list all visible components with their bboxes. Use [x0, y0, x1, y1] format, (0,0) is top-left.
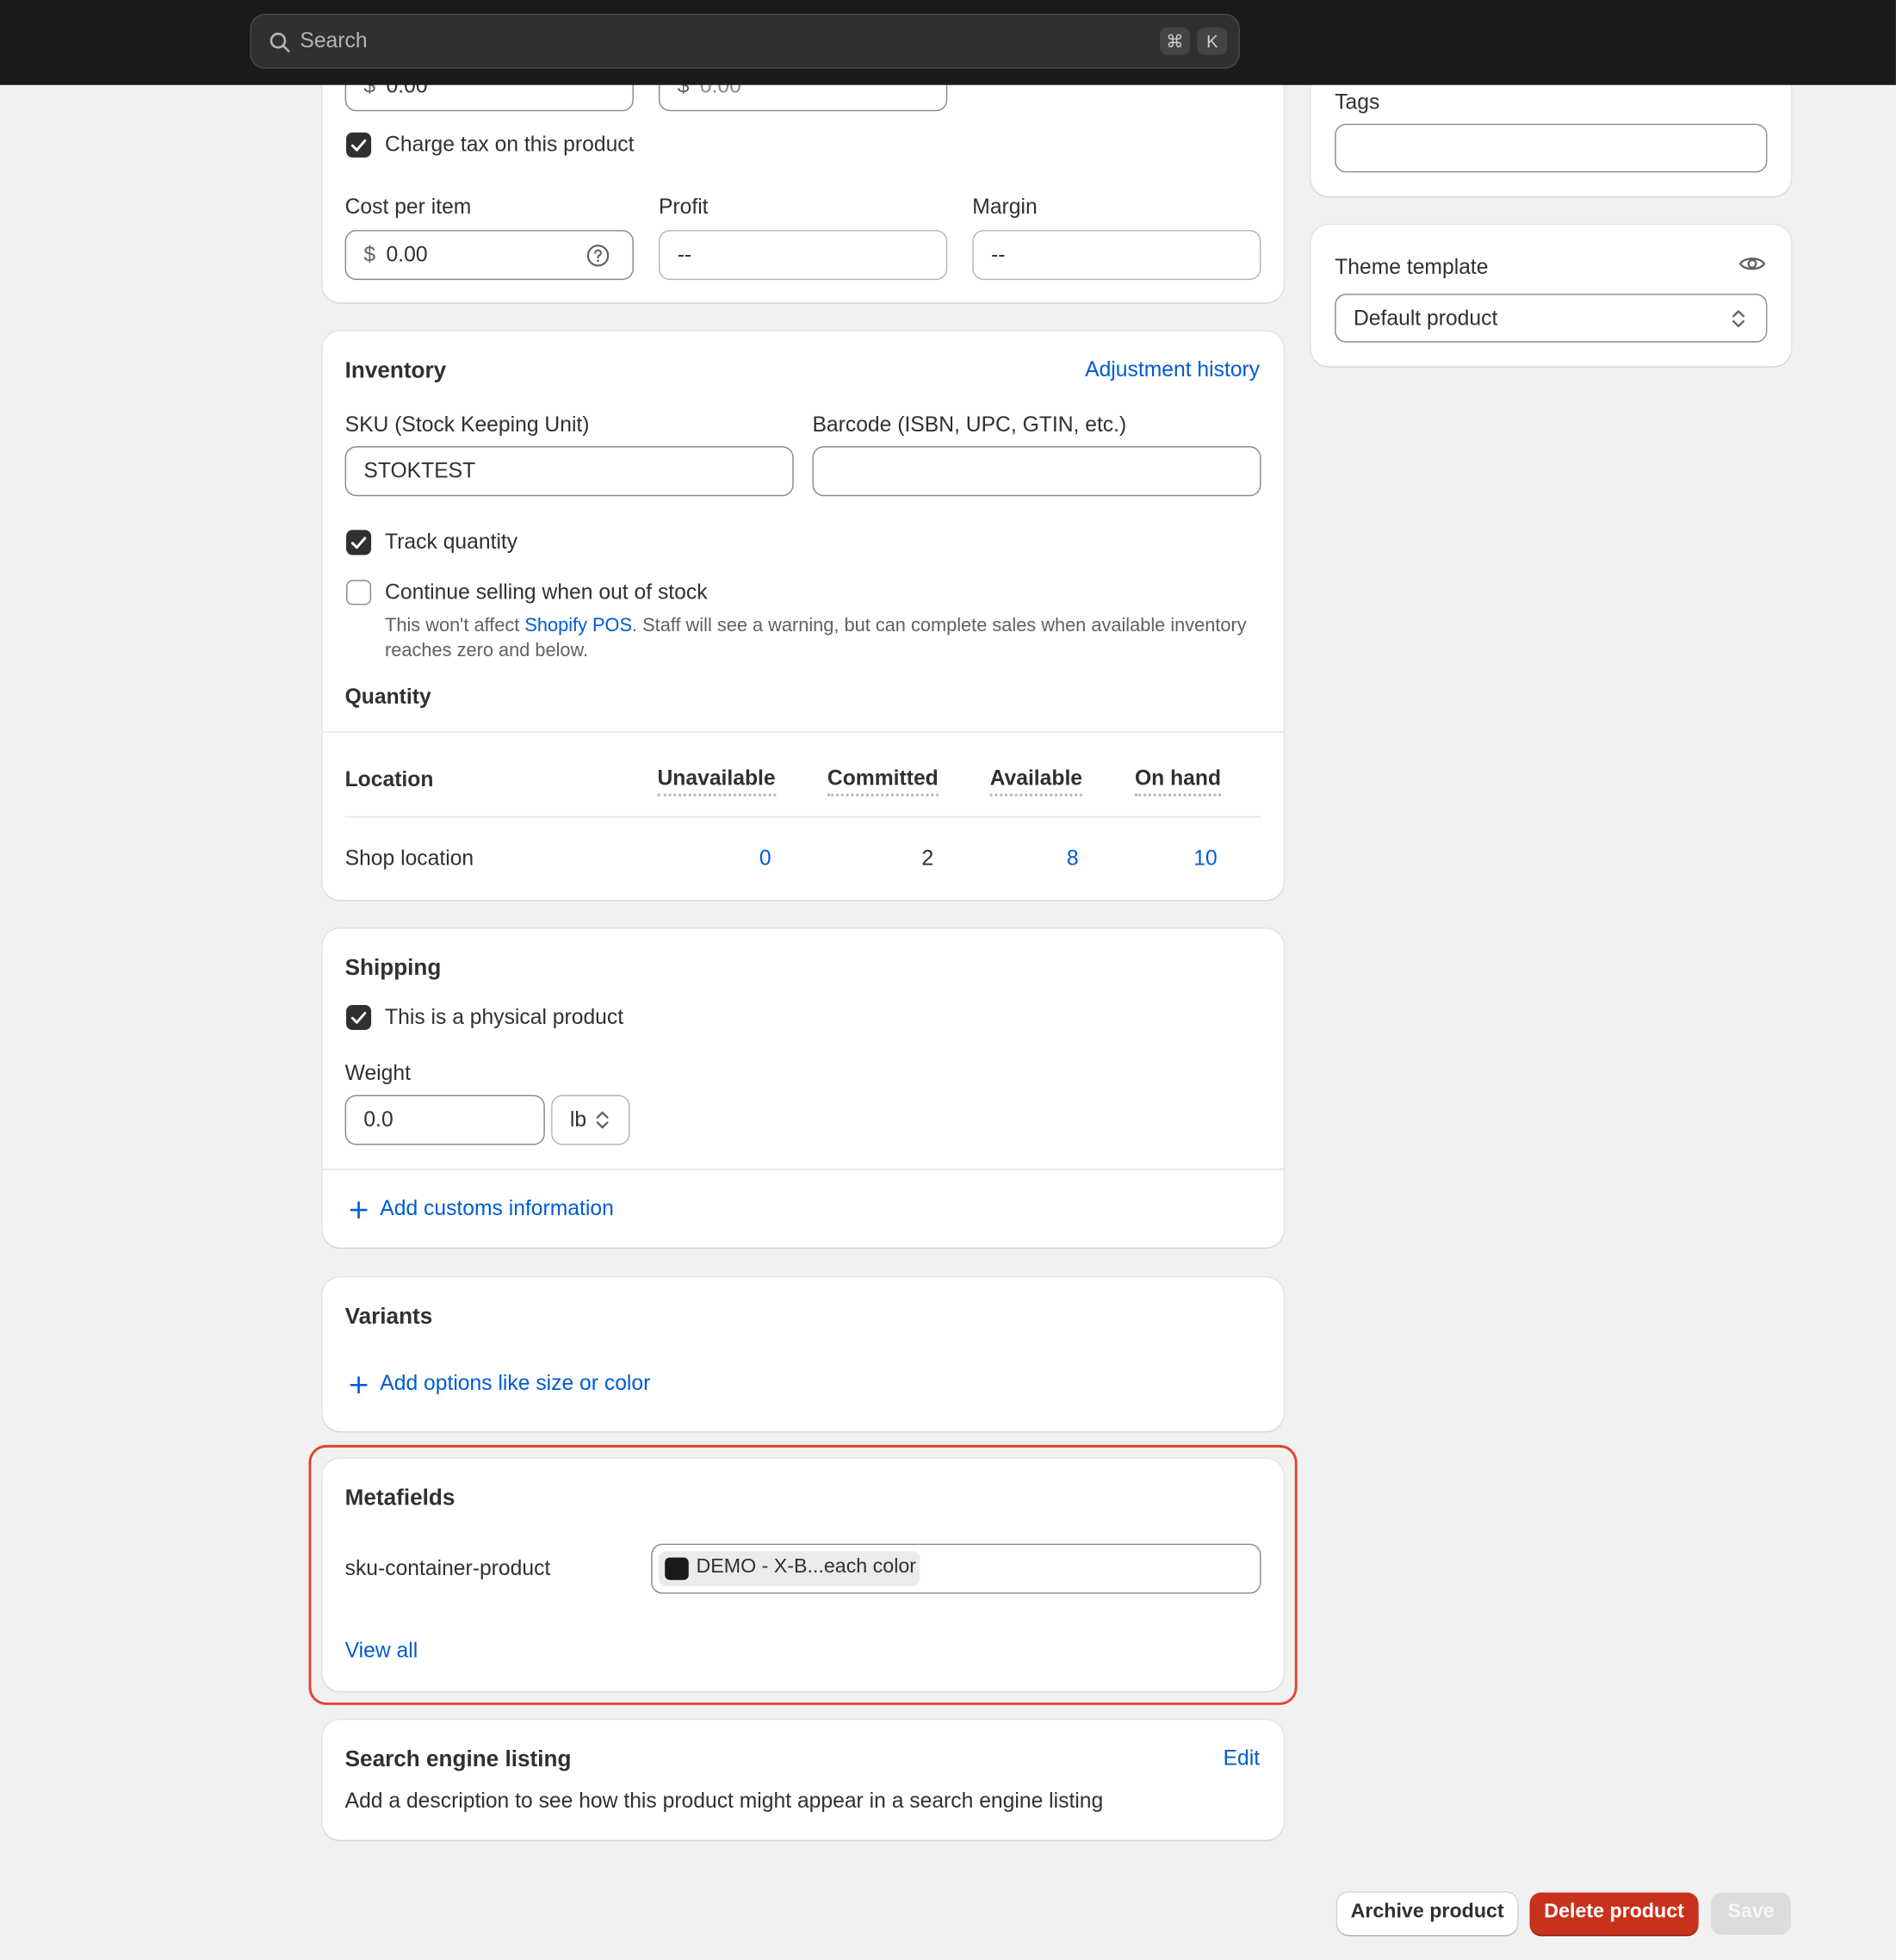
save-button[interactable]: Save [1711, 1892, 1791, 1935]
charge-tax-label: Charge tax on this product [385, 132, 635, 157]
seo-description: Add a description to see how this produc… [344, 1789, 1104, 1813]
checkmark-icon [350, 1011, 367, 1024]
barcode-label: Barcode (ISBN, UPC, GTIN, etc.) [812, 412, 1127, 437]
tags-input[interactable] [1335, 123, 1768, 173]
shop-location-name: Shop location [344, 846, 474, 871]
shortcut-key: K [1197, 27, 1228, 55]
theme-template-value: Default product [1353, 306, 1498, 331]
help-text-start: This won't affect [385, 615, 525, 636]
table-divider [344, 816, 1261, 818]
theme-template-label: Theme template [1335, 255, 1489, 279]
inventory-title: Inventory [344, 357, 447, 383]
cost-prefix: $ [363, 242, 376, 267]
cost-value: 0.00 [386, 242, 428, 267]
profit-label: Profit [658, 195, 709, 220]
continue-selling-label: Continue selling when out of stock [385, 580, 708, 605]
tags-label: Tags [1335, 90, 1380, 115]
seo-edit-link[interactable]: Edit [1224, 1746, 1261, 1771]
margin-label: Margin [972, 195, 1038, 220]
margin-value: -- [991, 242, 1006, 267]
checkmark-icon [350, 537, 367, 549]
weight-input[interactable]: 0.0 [344, 1095, 545, 1145]
profit-field: -- [658, 230, 948, 281]
shipping-title: Shipping [344, 954, 442, 980]
barcode-input[interactable] [812, 446, 1261, 497]
metafields-card: Metafields sku-container-product DEMO - … [322, 1458, 1284, 1691]
checkmark-icon [350, 139, 367, 152]
physical-product-checkbox[interactable] [346, 1005, 372, 1031]
committed-value: 2 [921, 846, 934, 871]
metafield-chip[interactable]: DEMO - X-B...each color [658, 1551, 920, 1586]
sku-value: STOKTEST [363, 458, 476, 483]
weight-unit-select[interactable]: lb [551, 1095, 630, 1145]
seo-card: Search engine listing Edit Add a descrip… [322, 1720, 1284, 1840]
metafields-title: Metafields [344, 1485, 455, 1510]
track-quantity-checkbox[interactable] [346, 530, 372, 555]
add-options-label: Add options like size or color [380, 1371, 651, 1395]
on-hand-value[interactable]: 10 [1193, 847, 1217, 871]
theme-template-select[interactable]: Default product [1335, 294, 1768, 343]
select-chevron-icon [1732, 310, 1745, 328]
metafield-value-field[interactable]: DEMO - X-B...each color [651, 1543, 1261, 1594]
quantity-title: Quantity [344, 685, 431, 710]
weight-value: 0.0 [363, 1107, 393, 1132]
eye-icon[interactable] [1738, 252, 1766, 275]
plus-icon [350, 1201, 368, 1219]
top-bar: Search ⌘ K [0, 0, 1896, 85]
unavailable-value[interactable]: 0 [759, 847, 771, 871]
search-icon [270, 32, 290, 53]
continue-selling-checkbox[interactable] [346, 580, 372, 605]
profit-value: -- [677, 242, 692, 267]
charge-tax-checkbox[interactable] [346, 132, 372, 158]
delete-product-button[interactable]: Delete product [1529, 1892, 1699, 1935]
select-chevron-icon [596, 1111, 609, 1129]
view-all-link[interactable]: View all [345, 1639, 418, 1664]
quantity-divider [322, 731, 1284, 733]
col-committed[interactable]: Committed [827, 766, 939, 797]
cost-per-item-field[interactable]: $ 0.00 [344, 230, 634, 281]
search-placeholder: Search [300, 28, 368, 53]
archive-product-button[interactable]: Archive product [1337, 1892, 1518, 1935]
weight-unit-value: lb [569, 1107, 587, 1132]
col-unavailable[interactable]: Unavailable [657, 766, 776, 797]
product-thumbnail-icon [665, 1557, 689, 1580]
margin-field: -- [972, 230, 1261, 281]
weight-label: Weight [344, 1061, 411, 1085]
col-available[interactable]: Available [989, 766, 1083, 797]
add-customs-label: Add customs information [380, 1196, 614, 1220]
search-bar[interactable]: Search ⌘ K [250, 13, 1240, 69]
shopify-pos-link[interactable]: Shopify POS [524, 615, 632, 636]
variants-card: Variants Add options like size or color [322, 1277, 1284, 1431]
sku-input[interactable]: STOKTEST [344, 446, 794, 497]
variants-title: Variants [344, 1303, 433, 1329]
metafield-chip-label: DEMO - X-B...each color [696, 1556, 917, 1578]
available-value[interactable]: 8 [1067, 847, 1079, 871]
adjustment-history-link[interactable]: Adjustment history [1085, 357, 1260, 382]
command-key-icon: ⌘ [1159, 27, 1190, 55]
inventory-card: Inventory Adjustment history SKU (Stock … [322, 331, 1284, 901]
col-location: Location [344, 767, 434, 791]
metafield-name: sku-container-product [344, 1556, 551, 1580]
physical-product-label: This is a physical product [385, 1005, 624, 1029]
plus-icon [350, 1376, 368, 1394]
shipping-card: Shipping This is a physical product Weig… [322, 928, 1284, 1248]
seo-title: Search engine listing [344, 1746, 572, 1771]
continue-selling-help: This won't affect Shopify POS. Staff wil… [385, 614, 1248, 664]
sku-label: SKU (Stock Keeping Unit) [344, 412, 590, 437]
col-on-hand[interactable]: On hand [1134, 766, 1222, 797]
theme-template-card: Theme template Default product [1310, 225, 1791, 367]
help-icon[interactable] [586, 244, 610, 268]
cost-per-item-label: Cost per item [344, 195, 472, 220]
track-quantity-label: Track quantity [385, 530, 518, 555]
